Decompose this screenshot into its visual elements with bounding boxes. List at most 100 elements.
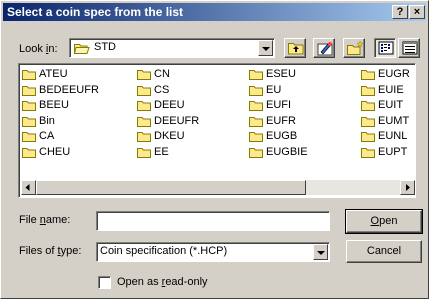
dialog-title: Select a coin spec from the list [7, 5, 184, 19]
folder-item[interactable]: EE [137, 145, 199, 161]
look-in-dropdown[interactable]: STD [69, 38, 275, 58]
cancel-button[interactable]: Cancel [346, 240, 422, 263]
folder-icon [137, 70, 151, 80]
folder-icon [22, 70, 36, 80]
folder-item[interactable]: CHEU [22, 145, 99, 161]
folder-name: DEEU [154, 99, 185, 111]
new-folder-icon [347, 41, 363, 55]
file-list[interactable]: ATEU BEDEEUFR BEEU Bin CA CHEU CN CS DEE… [18, 63, 416, 198]
look-in-label: Look in: [19, 43, 58, 55]
folder-icon [249, 85, 263, 96]
desktop-button[interactable] [313, 38, 335, 58]
scroll-left-button[interactable] [21, 180, 36, 195]
folder-icon [249, 147, 263, 158]
up-one-level-button[interactable] [284, 38, 306, 58]
folder-name: EUIE [378, 83, 404, 96]
folder-name: EE [154, 145, 169, 158]
folder-open-icon [74, 44, 90, 54]
folder-item[interactable]: EUNL [361, 129, 410, 145]
folder-icon [361, 116, 375, 127]
folder-name: ATEU [39, 68, 68, 80]
files-of-type-dropdown[interactable]: Coin specification (*.HCP) [96, 242, 330, 262]
scroll-thumb[interactable] [36, 180, 306, 195]
folder-name: EUIT [378, 99, 404, 111]
close-button[interactable]: × [409, 5, 425, 19]
folder-name: EUGBIE [266, 145, 308, 158]
folder-name: EUGR [378, 68, 410, 80]
folder-name: EU [266, 83, 282, 96]
folder-icon [137, 132, 151, 142]
folder-icon [22, 116, 36, 127]
folder-name: EUPT [378, 145, 408, 158]
folder-name: CHEU [39, 145, 71, 158]
folder-item[interactable]: EUIE [361, 83, 410, 99]
folder-name: BEDEEUFR [39, 83, 99, 96]
folder-icon [249, 70, 263, 80]
folder-name: BEEU [39, 99, 69, 111]
file-name-input[interactable] [96, 211, 330, 231]
files-of-type-label: Files of type: [19, 245, 82, 257]
look-in-dropdown-arrow[interactable] [258, 40, 273, 56]
folder-item[interactable]: DEEU [137, 98, 199, 114]
folder-name: ESEU [266, 68, 296, 80]
folder-name: DKEU [154, 130, 185, 142]
folder-item[interactable]: EUFI [249, 98, 308, 114]
folder-item[interactable]: EU [249, 83, 308, 99]
folder-icon [249, 101, 263, 111]
folder-icon [361, 132, 375, 142]
title-bar[interactable]: Select a coin spec from the list ? × [3, 3, 426, 21]
open-button-mnemonic: O [370, 215, 380, 227]
folder-name: Bin [39, 114, 55, 127]
arrow-right-icon [406, 184, 410, 191]
folder-item[interactable]: EUIT [361, 98, 410, 114]
folder-item[interactable]: BEEU [22, 98, 99, 114]
folder-item[interactable]: CN [137, 67, 199, 83]
folder-icon [249, 132, 263, 142]
folder-icon [361, 85, 375, 96]
help-button[interactable]: ? [392, 5, 408, 19]
folder-icon [22, 101, 36, 111]
folder-icon [249, 116, 263, 127]
folder-item[interactable]: DEEUFR [137, 114, 199, 130]
files-of-type-dropdown-arrow[interactable] [313, 244, 328, 260]
folder-item[interactable]: EUPT [361, 145, 410, 161]
file-column: EUGR EUIE EUIT EUMT EUNL EUPT [361, 67, 410, 160]
read-only-label[interactable]: Open as read-only [117, 276, 208, 288]
folder-item[interactable]: ATEU [22, 67, 99, 83]
folder-item[interactable]: EUGB [249, 129, 308, 145]
folder-item[interactable]: EUGBIE [249, 145, 308, 161]
files-of-type-value: Coin specification (*.HCP) [100, 245, 228, 257]
folder-icon [361, 101, 375, 111]
folder-name: CA [39, 130, 55, 142]
file-name-label: File name: [19, 214, 71, 226]
file-column: ATEU BEDEEUFR BEEU Bin CA CHEU [22, 67, 99, 160]
folder-name: EUFR [266, 114, 296, 127]
read-only-checkbox[interactable] [98, 276, 111, 289]
folder-item[interactable]: EUGR [361, 67, 410, 83]
folder-item[interactable]: BEDEEUFR [22, 83, 99, 99]
folder-name: EUGB [266, 130, 298, 142]
list-view-button[interactable] [374, 38, 396, 58]
folder-item[interactable]: CS [137, 83, 199, 99]
folder-name: DEEUFR [154, 114, 200, 127]
new-folder-button[interactable] [343, 38, 365, 58]
file-column: CN CS DEEU DEEUFR DKEU EE [137, 67, 199, 160]
folder-item[interactable]: ESEU [249, 67, 308, 83]
scroll-right-button[interactable] [400, 180, 415, 195]
arrow-left-icon [25, 184, 30, 191]
folder-item[interactable]: EUMT [361, 114, 410, 130]
folder-name: CS [154, 83, 170, 96]
folder-item[interactable]: Bin [22, 114, 99, 130]
folder-icon [137, 101, 151, 111]
file-column: ESEU EU EUFI EUFR EUGB EUGBIE [249, 67, 308, 160]
folder-icon [22, 147, 36, 158]
folder-item[interactable]: DKEU [137, 129, 199, 145]
folder-icon [22, 85, 36, 96]
details-view-button[interactable] [398, 38, 420, 58]
folder-item[interactable]: EUFR [249, 114, 308, 130]
horizontal-scrollbar[interactable] [21, 180, 415, 195]
folder-item[interactable]: CA [22, 129, 99, 145]
folder-name: EUMT [378, 114, 410, 127]
open-button[interactable]: Open [345, 209, 423, 234]
look-in-value: STD [94, 41, 116, 53]
